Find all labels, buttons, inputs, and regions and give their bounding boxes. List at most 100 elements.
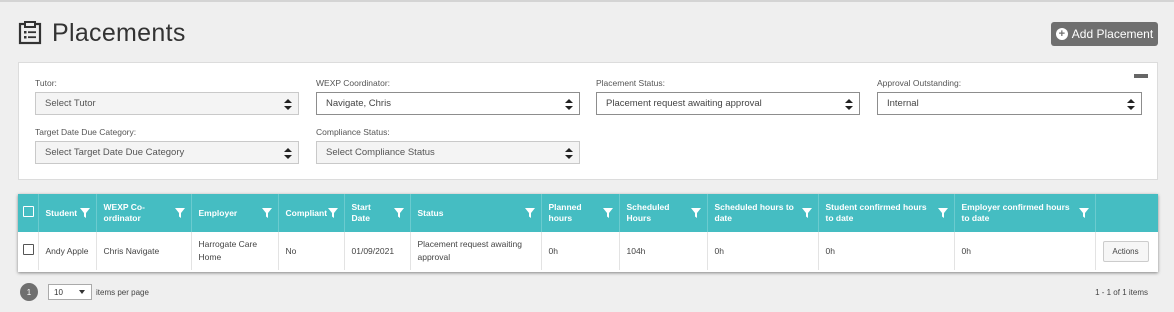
- target-select[interactable]: Select Target Date Due Category: [35, 141, 299, 164]
- col-wexp-label: WEXP Co-ordinator: [103, 202, 145, 223]
- cell-status: Placement request awaiting approval: [410, 232, 542, 270]
- placements-grid: Student WEXP Co-ordinator Employer Compl…: [18, 194, 1158, 272]
- select-all-checkbox[interactable]: [23, 206, 34, 217]
- approval-select[interactable]: Internal: [877, 92, 1142, 115]
- pager-info: 1 - 1 of 1 items: [1095, 288, 1148, 297]
- target-label: Target Date Due Category:: [35, 127, 137, 137]
- col-compliant-label: Compliant: [285, 207, 328, 218]
- col-start-date[interactable]: Start Date: [344, 194, 411, 232]
- select-arrows-icon: [565, 148, 573, 159]
- pager: 1 10 items per page: [20, 283, 149, 301]
- status-filter: Placement Status: Placement request awai…: [596, 78, 860, 115]
- col-employer-label: Employer: [198, 207, 238, 218]
- select-arrows-icon: [565, 99, 573, 110]
- status-select-value: Placement request awaiting approval: [606, 98, 762, 109]
- col-planned-hours[interactable]: Planned hours: [541, 194, 620, 232]
- tutor-select-value: Select Tutor: [45, 98, 96, 109]
- compliance-select-value: Select Compliance Status: [326, 147, 435, 158]
- cell-student-confirmed: 0h: [818, 232, 955, 270]
- col-status[interactable]: Status: [410, 194, 542, 232]
- funnel-icon[interactable]: [690, 208, 701, 218]
- funnel-icon[interactable]: [327, 208, 338, 218]
- cell-employer-confirmed: 0h: [954, 232, 1096, 270]
- approval-label: Approval Outstanding:: [877, 78, 962, 88]
- cell-actions: Actions: [1095, 232, 1158, 270]
- col-student-confirmed-label: Student confirmed hours to date: [825, 202, 927, 223]
- cell-scheduled-to-date: 0h: [707, 232, 819, 270]
- col-employer[interactable]: Employer: [191, 194, 279, 232]
- col-compliant[interactable]: Compliant: [278, 194, 345, 232]
- page-number-button[interactable]: 1: [20, 283, 38, 301]
- select-arrows-icon: [845, 99, 853, 110]
- approval-select-value: Internal: [887, 98, 919, 109]
- wexp-select[interactable]: Navigate, Chris: [316, 92, 580, 115]
- funnel-icon[interactable]: [524, 208, 535, 218]
- select-arrows-icon: [284, 99, 292, 110]
- col-scheduled-hours-label: Scheduled Hours: [626, 202, 670, 223]
- wexp-select-value: Navigate, Chris: [326, 98, 391, 109]
- funnel-icon[interactable]: [261, 208, 272, 218]
- add-placement-button[interactable]: + Add Placement: [1051, 22, 1158, 46]
- col-actions: [1095, 194, 1158, 232]
- cell-scheduled-hours: 104h: [619, 232, 708, 270]
- select-all-cell: [18, 194, 39, 232]
- col-status-label: Status: [417, 207, 444, 218]
- cell-employer: Harrogate Care Home: [191, 232, 279, 270]
- funnel-icon[interactable]: [602, 208, 613, 218]
- tutor-select[interactable]: Select Tutor: [35, 92, 299, 115]
- page-size-select[interactable]: 10: [48, 284, 92, 300]
- placements-table: Student WEXP Co-ordinator Employer Compl…: [18, 194, 1158, 270]
- compliance-select[interactable]: Select Compliance Status: [316, 141, 580, 164]
- funnel-icon[interactable]: [79, 208, 90, 218]
- status-label: Placement Status:: [596, 78, 665, 88]
- table-row: Andy Apple Chris Navigate Harrogate Care…: [18, 232, 1158, 270]
- table-header-row: Student WEXP Co-ordinator Employer Compl…: [18, 194, 1158, 232]
- col-student-label: Student: [45, 207, 78, 218]
- cell-wexp: Chris Navigate: [96, 232, 192, 270]
- funnel-icon[interactable]: [937, 208, 948, 218]
- col-scheduled-to-date-label: Scheduled hours to date: [714, 202, 794, 223]
- target-filter: Target Date Due Category: Select Target …: [35, 127, 299, 164]
- target-select-value: Select Target Date Due Category: [45, 147, 185, 158]
- col-scheduled-to-date[interactable]: Scheduled hours to date: [707, 194, 819, 232]
- cell-planned-hours: 0h: [541, 232, 620, 270]
- col-planned-hours-label: Planned hours: [548, 202, 582, 223]
- wexp-filter: WEXP Coordinator: Navigate, Chris: [316, 78, 580, 115]
- page-title: Placements: [52, 18, 186, 47]
- col-wexp[interactable]: WEXP Co-ordinator: [96, 194, 192, 232]
- approval-filter: Approval Outstanding: Internal: [877, 78, 1142, 115]
- col-start-date-label: Start Date: [351, 202, 371, 223]
- plus-circle-icon: +: [1055, 28, 1068, 40]
- cell-compliant: No: [278, 232, 345, 270]
- clipboard-list-icon: [18, 20, 44, 46]
- cell-student: Andy Apple: [38, 232, 97, 270]
- wexp-label: WEXP Coordinator:: [316, 78, 391, 88]
- funnel-icon[interactable]: [393, 208, 404, 218]
- funnel-icon[interactable]: [174, 208, 185, 218]
- cell-start-date: 01/09/2021: [344, 232, 411, 270]
- col-scheduled-hours[interactable]: Scheduled Hours: [619, 194, 708, 232]
- status-select[interactable]: Placement request awaiting approval: [596, 92, 860, 115]
- page-size-value: 10: [54, 287, 63, 297]
- tutor-filter: Tutor: Select Tutor: [35, 78, 299, 115]
- funnel-icon[interactable]: [801, 208, 812, 218]
- tutor-label: Tutor:: [35, 78, 57, 88]
- col-employer-confirmed-label: Employer confirmed hours to date: [961, 202, 1070, 223]
- compliance-filter: Compliance Status: Select Compliance Sta…: [316, 127, 580, 164]
- row-checkbox[interactable]: [23, 243, 34, 255]
- add-placement-label: Add Placement: [1071, 27, 1154, 41]
- top-border: [0, 0, 1174, 2]
- actions-button[interactable]: Actions: [1102, 240, 1149, 262]
- col-student-confirmed[interactable]: Student confirmed hours to date: [818, 194, 955, 232]
- row-select-cell: [18, 232, 39, 270]
- funnel-icon[interactable]: [1078, 208, 1089, 218]
- items-per-page-label: items per page: [96, 287, 149, 297]
- col-employer-confirmed[interactable]: Employer confirmed hours to date: [954, 194, 1096, 232]
- select-arrows-icon: [284, 148, 292, 159]
- chevron-down-icon: [79, 290, 85, 294]
- compliance-label: Compliance Status:: [316, 127, 390, 137]
- page-header: Placements: [18, 18, 186, 48]
- col-student[interactable]: Student: [38, 194, 97, 232]
- select-arrows-icon: [1127, 99, 1135, 110]
- filter-panel: Tutor: Select Tutor WEXP Coordinator: Na…: [18, 62, 1158, 180]
